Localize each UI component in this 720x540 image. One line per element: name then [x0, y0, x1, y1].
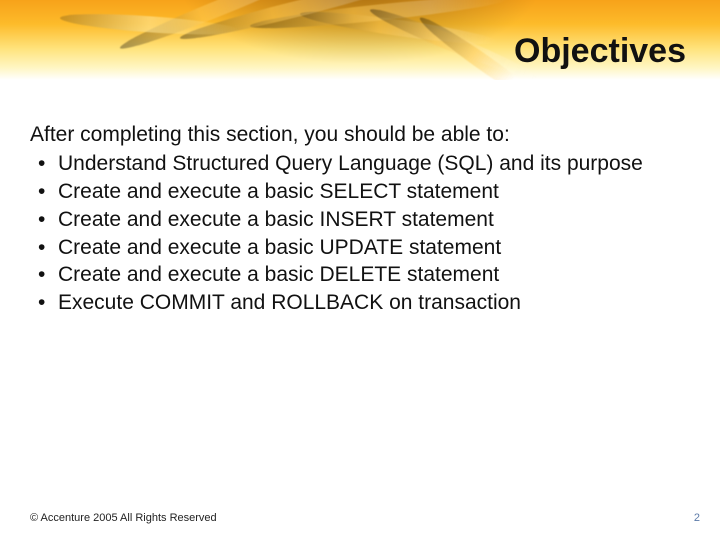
- list-item: Create and execute a basic INSERT statem…: [30, 207, 690, 234]
- page-title: Objectives: [514, 32, 686, 71]
- list-item: Understand Structured Query Language (SQ…: [30, 151, 690, 178]
- page-number: 2: [694, 512, 700, 524]
- footer-copyright: © Accenture 2005 All Rights Reserved: [30, 512, 217, 524]
- list-item: Execute COMMIT and ROLLBACK on transacti…: [30, 290, 690, 317]
- list-item: Create and execute a basic DELETE statem…: [30, 262, 690, 289]
- list-item: Create and execute a basic UPDATE statem…: [30, 235, 690, 262]
- title-banner: Objectives: [0, 0, 720, 80]
- slide-body: After completing this section, you shoul…: [30, 122, 690, 318]
- list-item: Create and execute a basic SELECT statem…: [30, 179, 690, 206]
- intro-text: After completing this section, you shoul…: [30, 122, 690, 149]
- slide: Objectives After completing this section…: [0, 0, 720, 540]
- bullet-list: Understand Structured Query Language (SQ…: [30, 151, 690, 317]
